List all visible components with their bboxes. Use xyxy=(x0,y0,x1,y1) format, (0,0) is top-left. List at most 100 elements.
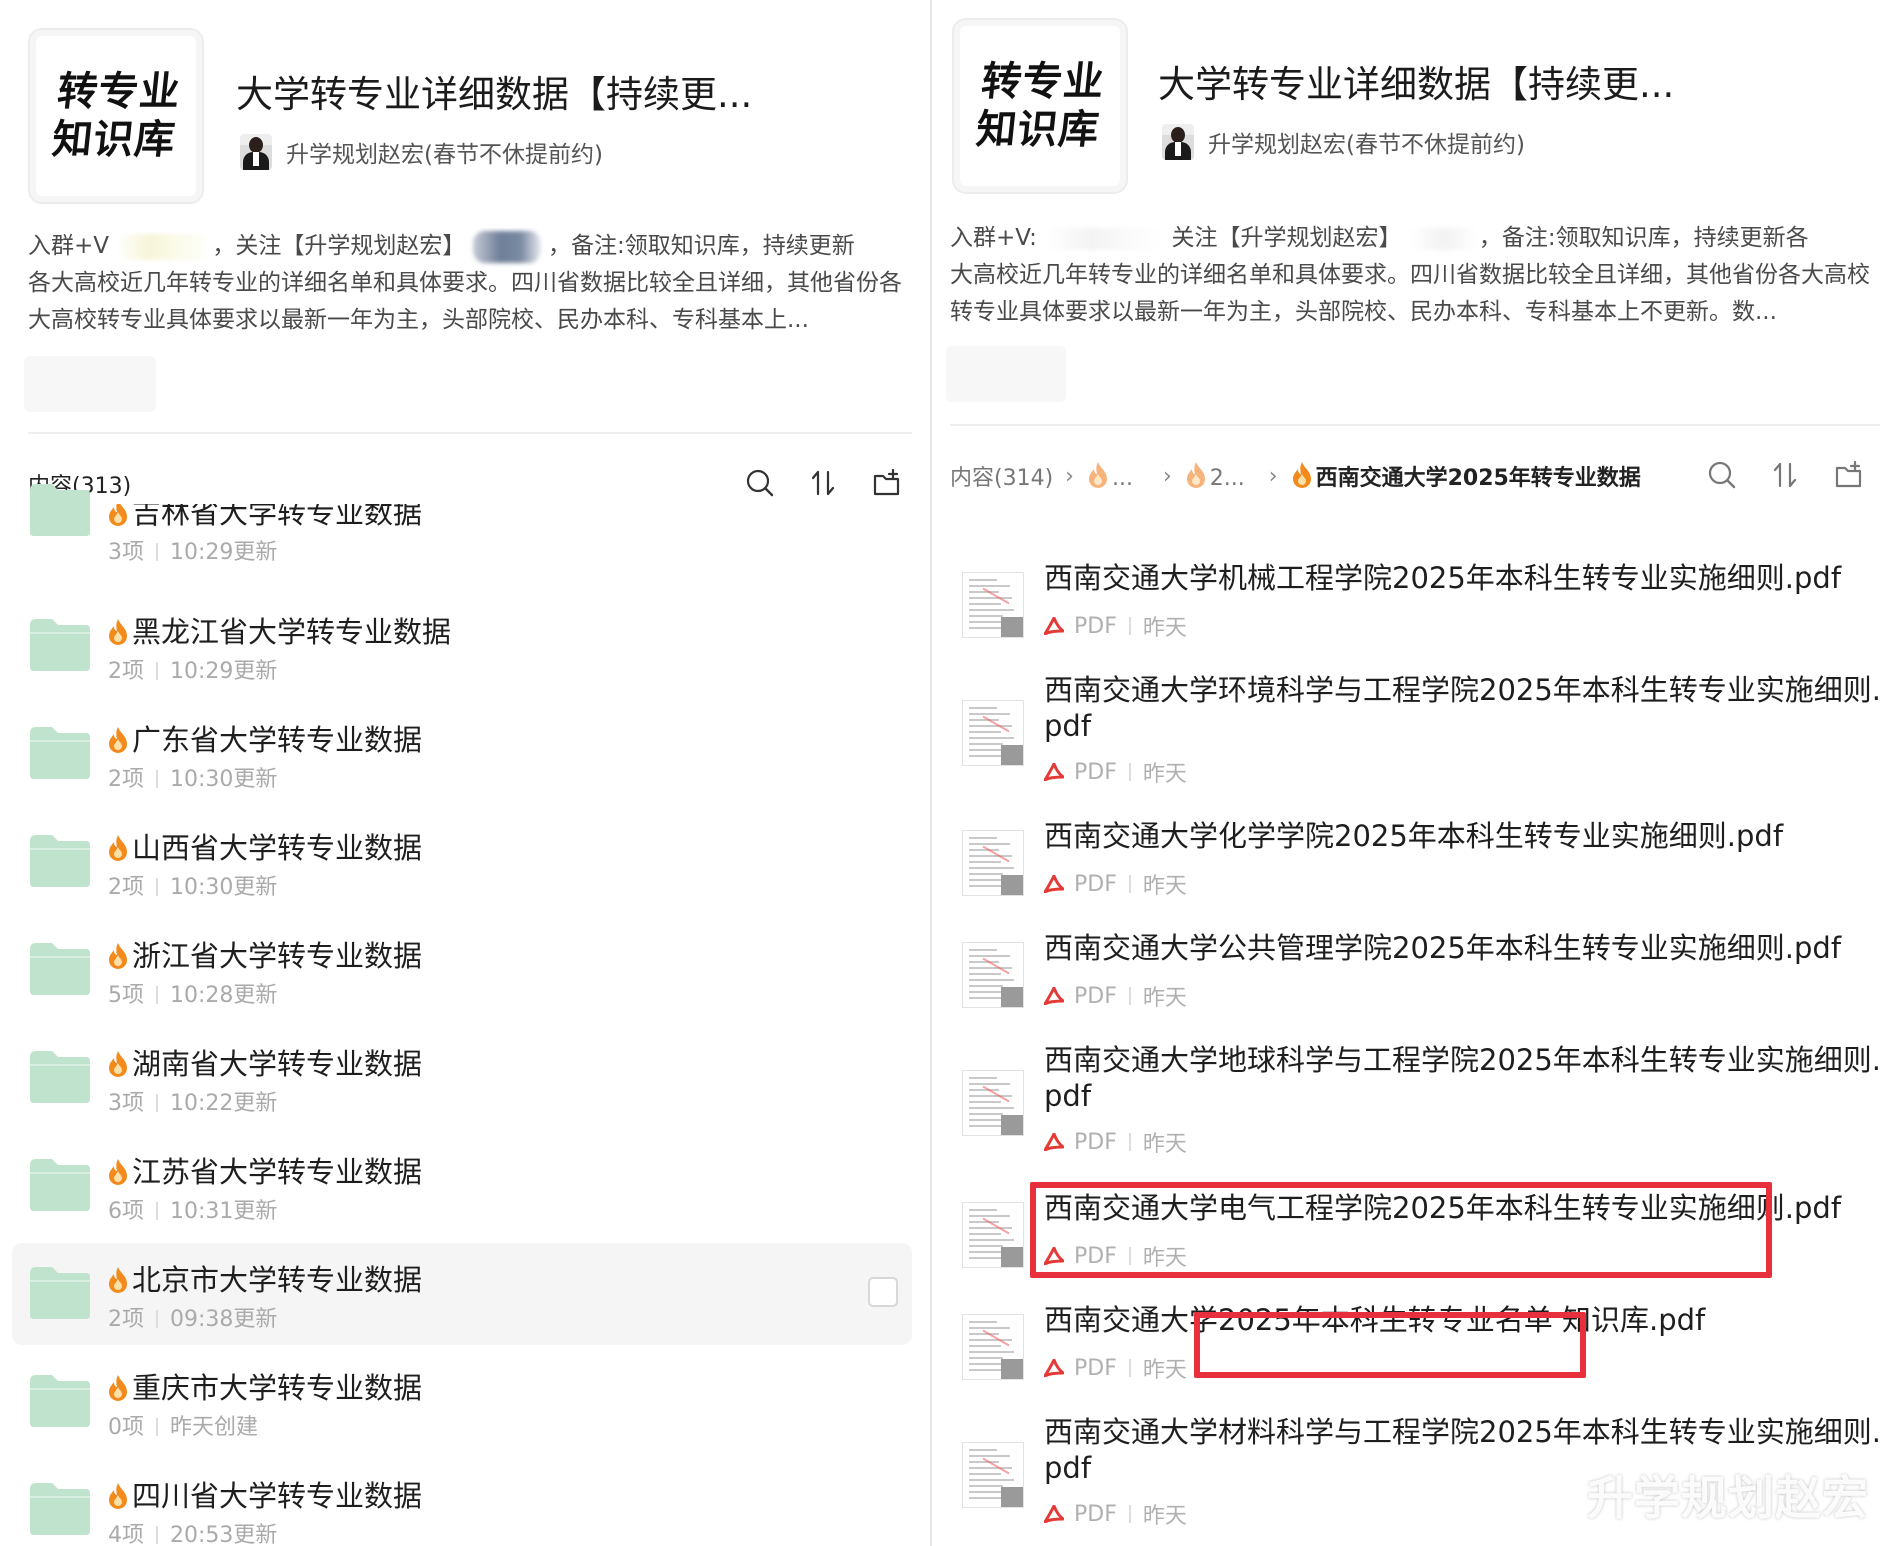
file-thumbnail xyxy=(962,830,1024,896)
folder-meta: 6项 10:31更新 xyxy=(108,1193,277,1225)
folder-meta: 0项 昨天创建 xyxy=(108,1409,258,1441)
folder-name-text: 江苏省大学转专业数据 xyxy=(132,1155,423,1189)
author-avatar xyxy=(1162,124,1194,160)
breadcrumb-item-1[interactable]: ... xyxy=(1086,461,1133,491)
folder-item[interactable]: 北京市大学转专业数据 2项 09:38更新 xyxy=(12,1243,912,1345)
folder-icon xyxy=(30,1267,90,1319)
file-meta: PDF 昨天 xyxy=(1044,1498,1187,1530)
folder-item[interactable]: 四川省大学转专业数据 4项 20:53更新 xyxy=(12,1459,912,1546)
file-updated: 昨天 xyxy=(1142,986,1187,1011)
folder-item-partial[interactable]: 吉林省大学转专业数据 3项 10:29更新 xyxy=(12,484,912,600)
folder-meta: 3项 10:22更新 xyxy=(108,1085,277,1117)
file-thumbnail xyxy=(962,1070,1024,1136)
file-name: 西南交通大学公共管理学院2025年本科生转专业实施细则.pdf xyxy=(1044,931,1842,965)
expand-corner-icon xyxy=(1001,1115,1023,1135)
folder-icon xyxy=(30,619,90,671)
folder-count: 2项 xyxy=(108,875,144,900)
watermark: 升学规划赵宏 xyxy=(1587,1471,1869,1525)
file-thumbnail xyxy=(962,1314,1024,1380)
redacted-chip xyxy=(472,230,541,263)
folder-item[interactable]: 江苏省大学转专业数据 6项 10:31更新 xyxy=(12,1135,912,1237)
folder-icon xyxy=(30,484,90,536)
file-type: PDF xyxy=(1074,1355,1117,1381)
fire-icon xyxy=(109,943,127,969)
file-updated: 昨天 xyxy=(1142,1132,1187,1157)
file-thumbnail xyxy=(962,1442,1024,1508)
folder-name-text: 四川省大学转专业数据 xyxy=(132,1479,423,1513)
file-thumbnail xyxy=(962,572,1024,638)
folder-name-text: 重庆市大学转专业数据 xyxy=(132,1371,423,1405)
breadcrumb-item-2[interactable]: 2... xyxy=(1184,461,1245,491)
folder-updated: 10:30更新 xyxy=(170,875,278,900)
file-name: 西南交通大学环境科学与工程学院2025年本科生转专业实施细则.pdf xyxy=(1044,673,1882,743)
sort-icon[interactable] xyxy=(808,468,838,498)
author-name: 升学规划赵宏(春节不休提前约) xyxy=(286,142,603,168)
folder-meta: 2项 09:38更新 xyxy=(108,1301,277,1333)
kb-title[interactable]: 大学转专业详细数据【持续更... xyxy=(1158,54,1674,108)
fire-icon xyxy=(1088,462,1107,488)
folder-item[interactable]: 广东省大学转专业数据 2项 10:30更新 xyxy=(12,703,912,805)
folder-item[interactable]: 黑龙江省大学转专业数据 2项 10:29更新 xyxy=(12,595,912,697)
new-folder-icon[interactable] xyxy=(872,468,902,498)
file-thumbnail xyxy=(962,700,1024,766)
file-type: PDF xyxy=(1074,613,1117,639)
file-updated: 昨天 xyxy=(1142,616,1187,641)
author-row[interactable]: 升学规划赵宏(春节不休提前约) xyxy=(240,134,603,170)
folder-name-text: 吉林省大学转专业数据 xyxy=(132,496,423,530)
redacted-chip xyxy=(1044,227,1165,250)
file-item[interactable]: 西南交通大学环境科学与工程学院2025年本科生转专业实施细则.pdf PDF 昨天 xyxy=(940,672,1881,790)
chevron-right-icon: › xyxy=(1065,463,1074,489)
kb-title[interactable]: 大学转专业详细数据【持续更... xyxy=(236,64,752,118)
pdf-icon xyxy=(1044,1505,1064,1523)
new-folder-icon[interactable] xyxy=(1834,460,1864,490)
folder-updated: 09:38更新 xyxy=(170,1307,278,1332)
redacted-chip xyxy=(116,233,213,260)
file-item[interactable]: 西南交通大学公共管理学院2025年本科生转专业实施细则.pdf PDF 昨天 xyxy=(940,930,1880,1014)
file-thumbnail xyxy=(962,1202,1024,1268)
folder-meta: 2项 10:30更新 xyxy=(108,869,277,901)
folder-updated: 10:22更新 xyxy=(170,1091,278,1116)
folder-name: 广东省大学转专业数据 xyxy=(106,717,422,759)
folder-name-text: 浙江省大学转专业数据 xyxy=(132,939,423,973)
file-type: PDF xyxy=(1074,983,1117,1009)
chevron-right-icon: › xyxy=(1162,463,1172,489)
pdf-icon xyxy=(1044,1133,1064,1151)
folder-name-text: 湖南省大学转专业数据 xyxy=(132,1047,423,1081)
folder-icon xyxy=(30,1159,90,1211)
breadcrumb-text: 西南交通大学2025年转专业数据 xyxy=(1315,466,1641,491)
author-row[interactable]: 升学规划赵宏(春节不休提前约) xyxy=(1162,124,1525,160)
folder-meta: 2项 10:29更新 xyxy=(108,653,277,685)
pdf-icon xyxy=(1044,875,1064,893)
folder-meta: 4项 20:53更新 xyxy=(108,1517,277,1546)
content-count[interactable]: 内容(314) xyxy=(950,460,1053,492)
file-item[interactable]: 西南交通大学化学学院2025年本科生转专业实施细则.pdf PDF 昨天 xyxy=(940,818,1880,902)
folder-meta: 5项 10:28更新 xyxy=(108,977,277,1009)
file-item[interactable]: 西南交通大学地球科学与工程学院2025年本科生转专业实施细则.pdf PDF 昨天 xyxy=(940,1042,1881,1160)
highlight-box xyxy=(1030,1182,1772,1278)
search-icon[interactable] xyxy=(1707,460,1737,490)
select-checkbox[interactable] xyxy=(868,1277,898,1307)
tag-placeholder xyxy=(24,356,156,412)
file-item[interactable]: 西南交通大学机械工程学院2025年本科生转专业实施细则.pdf PDF 昨天 xyxy=(940,560,1880,644)
folder-name-text: 北京市大学转专业数据 xyxy=(132,1263,423,1297)
folder-count: 3项 xyxy=(108,540,144,565)
knowledge-base-panel-right: 转专业 知识库 大学转专业详细数据【持续更... 升学规划赵宏(春节不休提前约)… xyxy=(930,0,1891,1546)
folder-item[interactable]: 山西省大学转专业数据 2项 10:30更新 xyxy=(12,811,912,913)
folder-name: 江苏省大学转专业数据 xyxy=(106,1149,422,1191)
folder-updated: 10:29更新 xyxy=(170,659,278,684)
fire-icon xyxy=(109,1159,127,1185)
sort-icon[interactable] xyxy=(1770,460,1800,490)
folder-item[interactable]: 湖南省大学转专业数据 3项 10:22更新 xyxy=(12,1027,912,1129)
search-icon[interactable] xyxy=(745,468,775,498)
author-name: 升学规划赵宏(春节不休提前约) xyxy=(1208,132,1525,158)
fire-icon xyxy=(109,1483,127,1509)
folder-icon xyxy=(30,727,90,779)
folder-name: 山西省大学转专业数据 xyxy=(106,825,422,867)
folder-item[interactable]: 重庆市大学转专业数据 0项 昨天创建 xyxy=(12,1351,912,1453)
expand-corner-icon xyxy=(1001,987,1023,1007)
folder-updated: 10:30更新 xyxy=(170,767,278,792)
author-avatar xyxy=(240,134,272,170)
file-meta: PDF 昨天 xyxy=(1044,1352,1187,1384)
desc-rest: 各大高校近几年转专业的详细名单和具体要求。四川省数据比较全且详细，其他省份各大高… xyxy=(28,270,902,333)
folder-item[interactable]: 浙江省大学转专业数据 5项 10:28更新 xyxy=(12,919,912,1021)
